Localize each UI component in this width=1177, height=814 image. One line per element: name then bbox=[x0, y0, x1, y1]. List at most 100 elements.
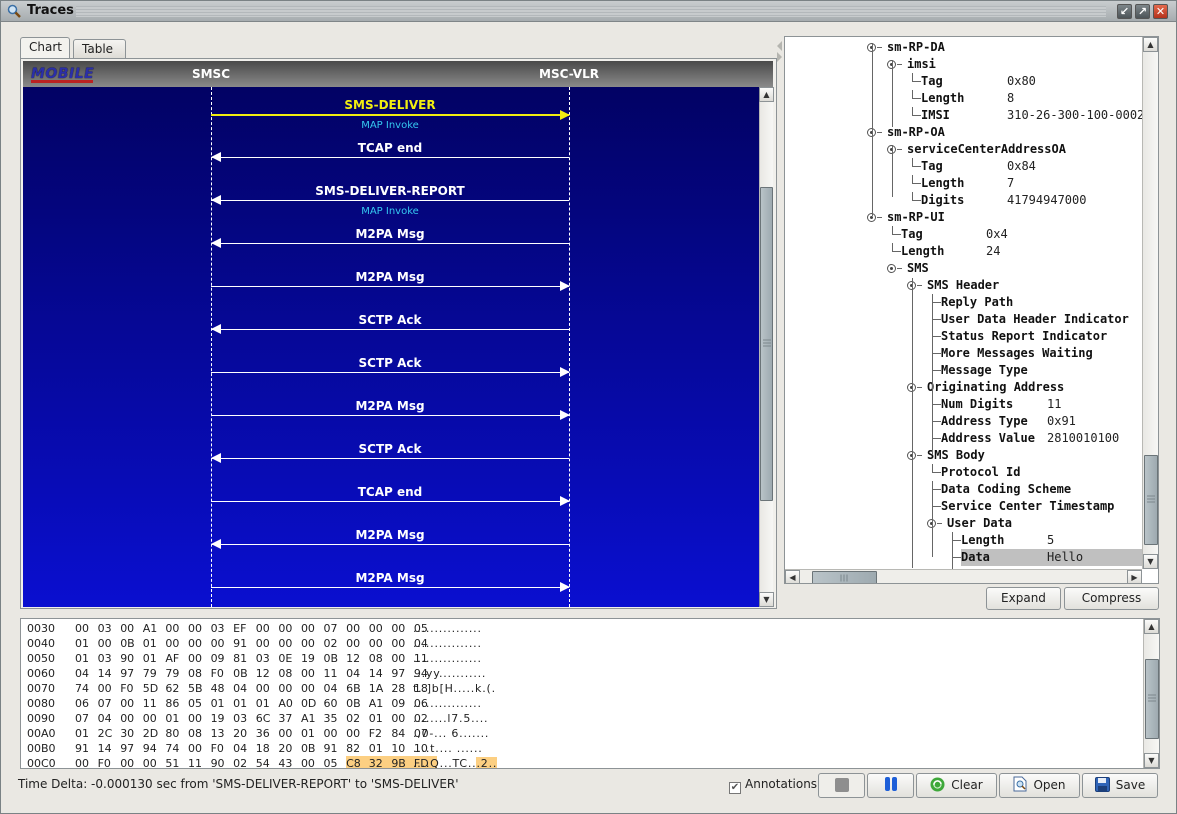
hex-byte[interactable]: 00 bbox=[256, 621, 279, 636]
hex-byte[interactable]: 03 bbox=[233, 711, 256, 726]
minimize-button[interactable]: ↙ bbox=[1117, 4, 1132, 19]
hex-byte[interactable]: C8 bbox=[346, 756, 369, 768]
collapse-left-icon[interactable] bbox=[777, 41, 782, 51]
hex-byte[interactable]: 01 bbox=[211, 696, 234, 711]
hex-byte[interactable]: 13 bbox=[211, 726, 234, 741]
hex-byte[interactable]: 08 bbox=[369, 651, 392, 666]
tree-node[interactable]: Tag 0x80 bbox=[921, 73, 1036, 90]
scroll-thumb[interactable] bbox=[760, 187, 773, 501]
tree-node[interactable]: Digits 41794947000 bbox=[921, 192, 1086, 209]
scroll-down-button[interactable]: ▼ bbox=[759, 592, 774, 607]
hex-byte[interactable]: EF bbox=[233, 621, 256, 636]
scroll-up-button[interactable]: ▲ bbox=[1144, 619, 1159, 634]
tree-node[interactable]: imsi bbox=[907, 56, 936, 73]
hex-byte[interactable]: 12 bbox=[346, 651, 369, 666]
maximize-button[interactable]: ↗ bbox=[1135, 4, 1150, 19]
message-arrow[interactable]: M2PA Msg bbox=[211, 399, 570, 420]
tree-node[interactable]: User Data Header Indicator bbox=[941, 311, 1129, 328]
hex-byte[interactable]: 01 bbox=[75, 726, 98, 741]
hex-byte[interactable]: 09 bbox=[211, 651, 234, 666]
tree-node[interactable]: Num Digits 11 bbox=[941, 396, 1061, 413]
hex-byte[interactable]: 00 bbox=[346, 636, 369, 651]
hex-byte[interactable]: 00 bbox=[75, 621, 98, 636]
hex-byte[interactable]: 00 bbox=[75, 756, 98, 768]
tree-node[interactable]: IMSI 310-26-300-100-0002 bbox=[921, 107, 1144, 124]
hex-byte[interactable]: 14 bbox=[98, 741, 121, 756]
hex-byte[interactable]: A0 bbox=[278, 696, 301, 711]
hex-byte[interactable]: 07 bbox=[98, 696, 121, 711]
clear-button[interactable]: Clear bbox=[916, 773, 997, 798]
hex-byte[interactable]: 54 bbox=[256, 756, 279, 768]
hex-byte[interactable]: 04 bbox=[324, 681, 347, 696]
hex-byte[interactable]: A1 bbox=[301, 711, 324, 726]
close-button[interactable]: ✕ bbox=[1153, 4, 1168, 19]
hex-byte[interactable]: 51 bbox=[165, 756, 188, 768]
tree-node[interactable]: Length 7 bbox=[921, 175, 1014, 192]
hex-byte[interactable]: 00 bbox=[165, 621, 188, 636]
annotations-checkbox[interactable]: ✔ Annotations bbox=[729, 777, 817, 794]
hex-byte[interactable]: 00 bbox=[98, 636, 121, 651]
hex-byte[interactable]: 04 bbox=[346, 666, 369, 681]
hex-byte[interactable]: 48 bbox=[211, 681, 234, 696]
hex-byte[interactable]: 00 bbox=[256, 681, 279, 696]
hex-byte[interactable]: 14 bbox=[369, 666, 392, 681]
hex-byte[interactable]: 9B bbox=[391, 756, 414, 768]
hex-byte[interactable]: 01 bbox=[369, 711, 392, 726]
hex-byte[interactable]: 00 bbox=[391, 636, 414, 651]
hex-byte[interactable]: 01 bbox=[75, 651, 98, 666]
hex-byte[interactable]: 35 bbox=[324, 711, 347, 726]
hex-byte[interactable]: 06 bbox=[75, 696, 98, 711]
message-arrow[interactable]: TCAP end bbox=[211, 141, 569, 162]
hex-byte[interactable]: 05 bbox=[324, 756, 347, 768]
tree-expand-toggle-icon[interactable] bbox=[887, 264, 896, 273]
hex-byte[interactable]: 11 bbox=[188, 756, 211, 768]
hex-byte[interactable]: 90 bbox=[120, 651, 143, 666]
tree-vertical-scrollbar[interactable]: ▲ ▼ bbox=[1142, 37, 1158, 569]
hex-byte[interactable]: 00 bbox=[301, 666, 324, 681]
hex-byte[interactable]: 82 bbox=[346, 741, 369, 756]
checkbox-checked-icon[interactable]: ✔ bbox=[729, 782, 741, 794]
open-button[interactable]: Open bbox=[999, 773, 1080, 798]
hex-byte[interactable]: 03 bbox=[98, 621, 121, 636]
hex-byte[interactable]: 01 bbox=[233, 696, 256, 711]
pause-button[interactable] bbox=[867, 773, 914, 798]
hex-byte[interactable]: 79 bbox=[165, 666, 188, 681]
sequence-diagram[interactable]: SMS-DELIVER MAP Invoke TCAP end SMS-DELIVER… bbox=[23, 87, 759, 607]
tab-chart[interactable]: Chart bbox=[20, 37, 70, 59]
scroll-thumb[interactable] bbox=[1144, 455, 1158, 545]
hex-byte[interactable]: 00 bbox=[301, 636, 324, 651]
hex-byte[interactable]: 00 bbox=[301, 756, 324, 768]
hex-byte[interactable]: 08 bbox=[188, 726, 211, 741]
message-arrow[interactable]: M2PA Msg bbox=[211, 227, 569, 248]
hex-byte[interactable]: 00 bbox=[120, 756, 143, 768]
hex-byte[interactable]: 20 bbox=[278, 741, 301, 756]
stop-button[interactable] bbox=[818, 773, 865, 798]
hex-byte[interactable]: 08 bbox=[188, 666, 211, 681]
hex-byte[interactable]: 62 bbox=[165, 681, 188, 696]
tree-node[interactable]: Data Coding Scheme bbox=[941, 481, 1071, 498]
tree-node[interactable]: Protocol Id bbox=[941, 464, 1020, 481]
hex-byte[interactable]: 97 bbox=[120, 666, 143, 681]
tree-node[interactable]: SMS Body bbox=[927, 447, 985, 464]
hex-byte[interactable]: F0 bbox=[120, 681, 143, 696]
tree-node[interactable]: Address Type 0x91 bbox=[941, 413, 1076, 430]
hex-byte[interactable]: 0D bbox=[301, 696, 324, 711]
hex-byte[interactable]: 0B bbox=[233, 666, 256, 681]
hex-byte[interactable]: 00 bbox=[188, 741, 211, 756]
hex-byte[interactable]: 0B bbox=[301, 741, 324, 756]
hex-byte[interactable]: 84 bbox=[391, 726, 414, 741]
scroll-up-button[interactable]: ▲ bbox=[1143, 37, 1158, 52]
hex-byte[interactable]: 00 bbox=[369, 636, 392, 651]
tree-horizontal-scrollbar[interactable]: ◀ ▶ bbox=[785, 569, 1142, 583]
hex-byte[interactable]: 00 bbox=[301, 621, 324, 636]
hex-byte[interactable]: 18 bbox=[256, 741, 279, 756]
scroll-thumb[interactable] bbox=[812, 571, 877, 583]
hex-byte[interactable]: 02 bbox=[233, 756, 256, 768]
hex-byte[interactable]: 10 bbox=[391, 741, 414, 756]
hex-byte[interactable]: AF bbox=[165, 651, 188, 666]
hex-byte[interactable]: 0E bbox=[278, 651, 301, 666]
hex-byte[interactable]: 37 bbox=[278, 711, 301, 726]
hex-dump[interactable]: 0030 00 03 00 A1 00 00 03 EF 00 00 00 07 00 00 00 05....… bbox=[20, 618, 1160, 769]
tree-node[interactable]: serviceCenterAddressOA bbox=[907, 141, 1066, 158]
tree-node[interactable]: sm-RP-OA bbox=[887, 124, 945, 141]
